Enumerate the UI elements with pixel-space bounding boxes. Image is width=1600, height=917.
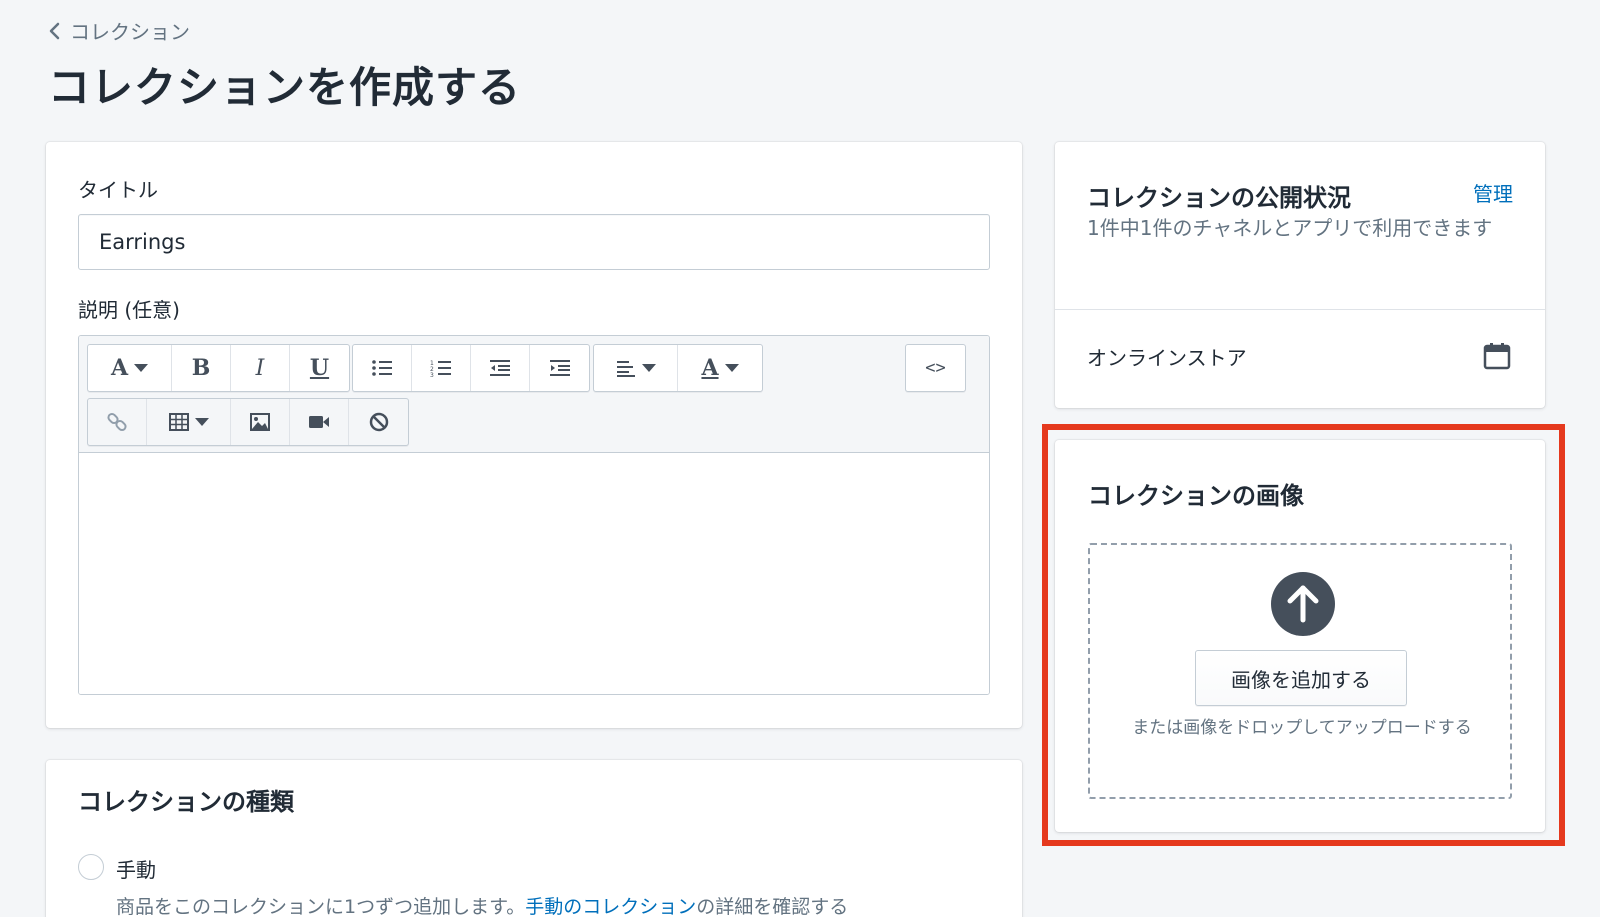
chevron-down-icon bbox=[724, 364, 739, 372]
insert-group bbox=[87, 398, 409, 446]
italic-icon: I bbox=[255, 355, 265, 381]
upload-icon bbox=[1271, 572, 1335, 636]
add-image-button[interactable]: 画像を追加する bbox=[1195, 650, 1407, 706]
drop-hint-text: または画像をドロップしてアップロードする bbox=[1132, 718, 1472, 738]
image-icon bbox=[250, 413, 270, 431]
collection-type-description: 商品をこのコレクションに1つずつ追加します。手動のコレクションの詳細を確認する bbox=[116, 892, 848, 917]
publishing-title: コレクションの公開状況 bbox=[1087, 184, 1351, 212]
description-label: 説明 (任意) bbox=[78, 298, 180, 322]
chevron-down-icon bbox=[641, 364, 656, 372]
font-style-button[interactable]: A bbox=[88, 345, 172, 391]
video-button[interactable] bbox=[290, 399, 349, 445]
bullet-list-icon bbox=[372, 360, 392, 376]
html-code-icon: <> bbox=[925, 358, 946, 378]
numbered-list-icon: 1 2 3 bbox=[430, 360, 451, 377]
title-input[interactable]: Earrings bbox=[78, 214, 990, 270]
font-style-icon: A bbox=[110, 355, 129, 381]
link-button[interactable] bbox=[88, 399, 147, 445]
text-format-group: A B I U bbox=[87, 344, 350, 392]
align-icon bbox=[616, 361, 635, 377]
underline-button[interactable]: U bbox=[290, 345, 349, 391]
outdent-button[interactable] bbox=[471, 345, 530, 391]
editor-toolbar: A B I U 1 2 3 A <> bbox=[79, 336, 989, 453]
bold-icon: B bbox=[191, 355, 211, 381]
italic-button[interactable]: I bbox=[231, 345, 290, 391]
publishing-card: コレクションの公開状況 管理 1件中1件のチャネルとアプリで利用できます オンラ… bbox=[1055, 142, 1545, 408]
clear-format-button[interactable] bbox=[349, 399, 408, 445]
bullet-list-button[interactable] bbox=[353, 345, 412, 391]
table-button[interactable] bbox=[147, 399, 231, 445]
manual-collection-link[interactable]: 手動のコレクション bbox=[525, 896, 696, 917]
divider bbox=[1055, 309, 1545, 310]
description-suffix: の詳細を確認する bbox=[696, 896, 849, 917]
breadcrumb-label: コレクション bbox=[70, 20, 190, 44]
collection-type-title: コレクションの種類 bbox=[78, 788, 294, 816]
clear-format-icon bbox=[369, 412, 388, 432]
chevron-down-icon bbox=[194, 418, 209, 426]
link-icon bbox=[107, 412, 127, 432]
align-color-group: A bbox=[593, 344, 763, 392]
numbered-list-button[interactable]: 1 2 3 bbox=[412, 345, 471, 391]
image-card-title: コレクションの画像 bbox=[1088, 482, 1304, 510]
align-button[interactable] bbox=[594, 345, 678, 391]
collection-image-card: コレクションの画像 画像を追加する または画像をドロップしてアップロードする bbox=[1055, 440, 1545, 832]
underline-icon: U bbox=[309, 355, 330, 381]
collection-details-card: タイトル Earrings 説明 (任意) A B I U 1 2 3 A <> bbox=[46, 142, 1022, 728]
collection-type-card: コレクションの種類 手動 商品をこのコレクションに1つずつ追加します。手動のコレ… bbox=[46, 760, 1022, 917]
outdent-icon bbox=[490, 360, 510, 376]
list-group: 1 2 3 bbox=[352, 344, 590, 392]
video-icon bbox=[309, 416, 329, 428]
indent-icon bbox=[549, 360, 570, 376]
page-title: コレクションを作成する bbox=[48, 63, 522, 112]
title-label: タイトル bbox=[78, 178, 158, 202]
image-button[interactable] bbox=[231, 399, 290, 445]
chevron-down-icon bbox=[134, 364, 149, 372]
html-toggle-group: <> bbox=[905, 344, 966, 392]
editor-content-area[interactable] bbox=[79, 454, 989, 694]
text-color-icon: A bbox=[701, 355, 719, 381]
calendar-icon[interactable] bbox=[1483, 342, 1511, 370]
manage-link[interactable]: 管理 bbox=[1473, 178, 1513, 207]
chevron-left-icon bbox=[49, 22, 60, 39]
publishing-subtitle: 1件中1件のチャネルとアプリで利用できます bbox=[1087, 216, 1493, 240]
image-dropzone[interactable]: 画像を追加する または画像をドロップしてアップロードする bbox=[1088, 543, 1512, 799]
radio-manual-label: 手動 bbox=[116, 858, 156, 882]
breadcrumb[interactable]: コレクション bbox=[48, 16, 190, 45]
html-code-button[interactable]: <> bbox=[906, 345, 965, 391]
indent-button[interactable] bbox=[530, 345, 589, 391]
text-color-button[interactable]: A bbox=[678, 345, 762, 391]
bold-button[interactable]: B bbox=[172, 345, 231, 391]
description-editor: A B I U 1 2 3 A <> bbox=[78, 335, 990, 695]
radio-manual[interactable] bbox=[78, 854, 104, 880]
description-prefix: 商品をこのコレクションに1つずつ追加します。 bbox=[116, 896, 526, 917]
svg-text:3: 3 bbox=[430, 372, 434, 377]
channel-online-store: オンラインストア bbox=[1087, 346, 1247, 370]
table-icon bbox=[168, 413, 189, 431]
